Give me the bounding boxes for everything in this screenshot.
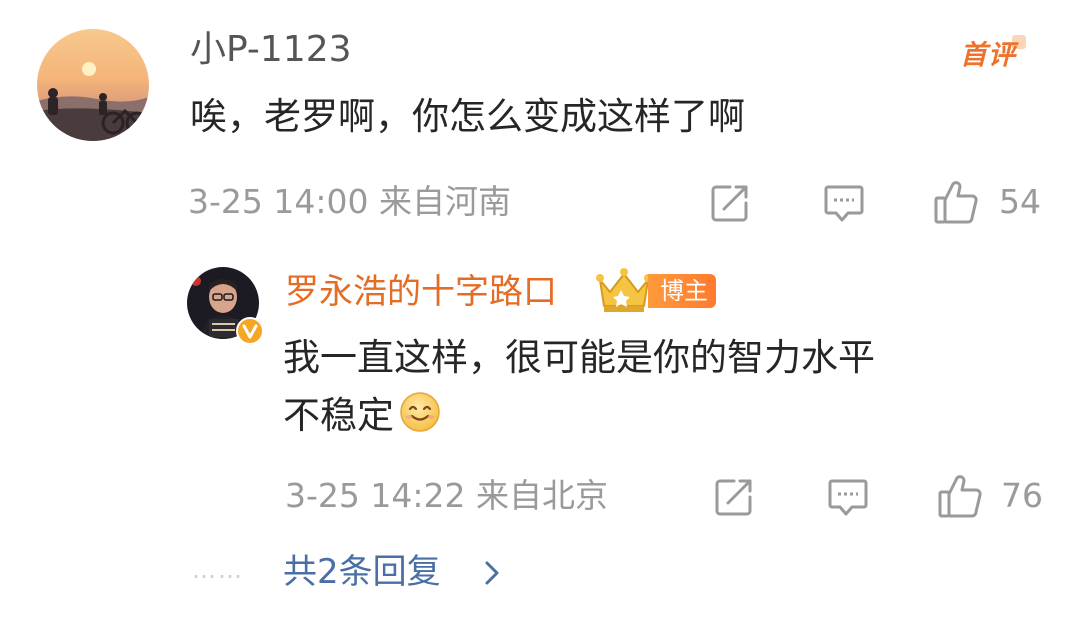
like-count: 76 <box>1001 476 1043 515</box>
share-icon[interactable] <box>708 181 752 225</box>
comment-meta: 3-25 14:00 来自河南 <box>188 182 511 221</box>
chevron-right-icon[interactable] <box>482 558 502 588</box>
reply-text-line1: 我一直这样，很可能是你的智力水平 <box>283 336 875 379</box>
reply-text: 我一直这样，很可能是你的智力水平 不稳定 <box>283 329 875 445</box>
separator-dots: …… <box>192 556 244 584</box>
blogger-badge: 博主 <box>594 262 716 314</box>
blogger-username[interactable]: 罗永浩的十字路口 <box>285 270 557 314</box>
comment-text: 唉，老罗啊，你怎么变成这样了啊 <box>190 95 745 138</box>
commenter-username[interactable]: 小P-1123 <box>190 28 352 72</box>
first-comment-badge: 首评 <box>960 33 1026 72</box>
like-count: 54 <box>999 182 1041 221</box>
comment-icon[interactable] <box>826 475 870 519</box>
share-icon[interactable] <box>712 475 756 519</box>
blogger-tag: 博主 <box>648 274 716 308</box>
view-replies-link[interactable]: 共2条回复 <box>283 550 441 594</box>
thumb-up-icon[interactable] <box>936 472 984 520</box>
reply-text-line2-text: 不稳定 <box>283 394 394 437</box>
verified-v-icon <box>236 317 264 345</box>
reply-meta: 3-25 14:22 来自北京 <box>285 476 608 515</box>
thumb-up-icon[interactable] <box>932 178 980 226</box>
reply-text-line2: 不稳定 <box>283 387 875 445</box>
crown-icon <box>596 268 652 312</box>
comment-icon[interactable] <box>822 181 866 225</box>
smile-emoji-icon <box>400 392 440 432</box>
commenter-avatar[interactable] <box>37 29 149 141</box>
